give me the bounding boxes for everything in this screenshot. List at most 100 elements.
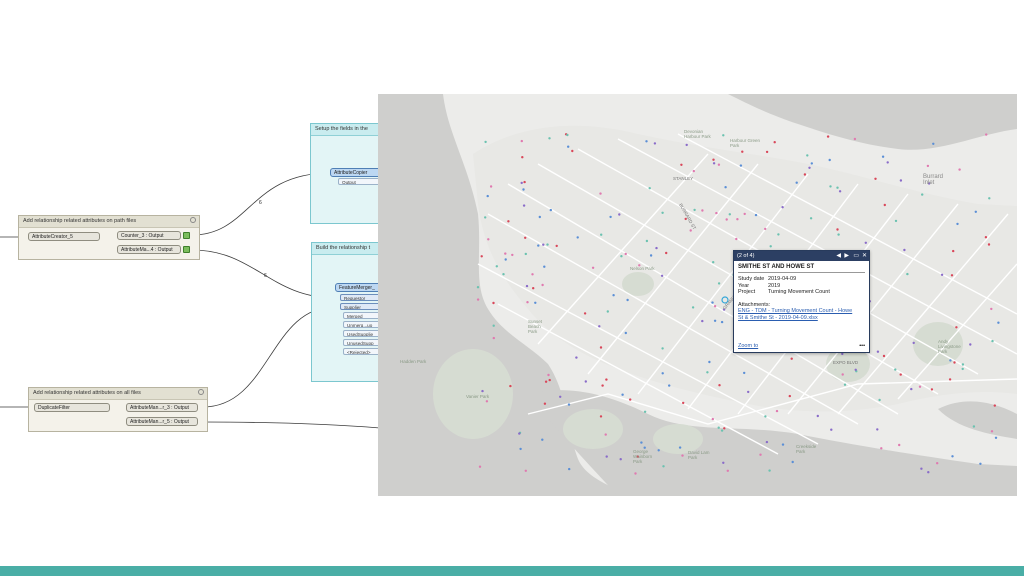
count-point[interactable] — [571, 149, 574, 153]
count-point[interactable] — [620, 255, 623, 258]
count-point[interactable] — [743, 212, 746, 216]
attribute-copier-transformer[interactable]: AttributeCopier — [330, 168, 382, 177]
count-point[interactable] — [956, 222, 959, 226]
city-map[interactable]: Burrard Inlet STANLEY EXPO BLVD Harbour … — [378, 94, 1017, 496]
count-point[interactable] — [538, 215, 541, 219]
count-point[interactable] — [481, 389, 484, 393]
attribute-manager-5-connector[interactable]: AttributeMan...r_5 : Output — [126, 417, 198, 426]
count-point[interactable] — [604, 433, 607, 436]
count-point[interactable] — [599, 192, 602, 195]
count-point[interactable] — [990, 430, 994, 433]
count-point[interactable] — [717, 282, 721, 285]
count-point[interactable] — [809, 217, 813, 220]
count-point[interactable] — [711, 417, 714, 421]
count-point[interactable] — [854, 368, 857, 371]
count-point[interactable] — [880, 447, 883, 450]
feature-merger-port-unused-supplier[interactable]: UnusedSupp — [343, 339, 380, 346]
count-point[interactable] — [754, 213, 758, 217]
attribute-manager-4-link-icon[interactable] — [183, 246, 190, 253]
count-point[interactable] — [826, 135, 830, 138]
attribute-copier-output-port[interactable]: Output — [338, 178, 380, 185]
count-point[interactable] — [878, 398, 881, 402]
count-point[interactable] — [993, 404, 996, 407]
count-point[interactable] — [541, 283, 544, 287]
count-point[interactable] — [843, 383, 847, 386]
count-point[interactable] — [507, 220, 510, 223]
count-point[interactable] — [681, 454, 684, 457]
popup-attachment-link[interactable]: ENG - TDM - Turning Movement Count - How… — [738, 308, 865, 315]
count-point[interactable] — [546, 243, 549, 246]
count-point[interactable] — [692, 169, 695, 173]
count-point[interactable] — [485, 400, 489, 403]
count-point[interactable] — [661, 372, 664, 375]
count-point[interactable] — [609, 215, 612, 219]
count-point[interactable] — [788, 394, 791, 398]
count-point[interactable] — [932, 142, 935, 145]
count-point[interactable] — [837, 233, 840, 236]
count-point[interactable] — [717, 163, 721, 166]
attribute-manager-3-connector[interactable]: AttributeMan...r_3 : Output — [126, 403, 198, 412]
count-point[interactable] — [759, 453, 762, 456]
count-point[interactable] — [906, 272, 909, 276]
count-point[interactable] — [711, 301, 714, 304]
feature-merger-port-used-supplier[interactable]: UsedSupplie — [343, 330, 380, 337]
count-point[interactable] — [764, 227, 767, 231]
count-point[interactable] — [806, 154, 809, 157]
count-point[interactable] — [487, 238, 490, 241]
count-point[interactable] — [701, 209, 704, 212]
count-point[interactable] — [492, 301, 495, 305]
count-point[interactable] — [660, 274, 664, 277]
count-point[interactable] — [958, 168, 961, 171]
count-point[interactable] — [713, 305, 717, 308]
feature-merger-port-supplier[interactable]: Supplier — [340, 303, 380, 310]
count-point[interactable] — [567, 145, 570, 148]
count-point[interactable] — [951, 455, 954, 458]
count-point[interactable] — [926, 164, 930, 168]
count-point[interactable] — [948, 378, 952, 381]
count-point[interactable] — [543, 402, 547, 405]
count-point[interactable] — [575, 356, 578, 359]
count-point[interactable] — [662, 465, 665, 468]
popup-close-icon[interactable]: ✕ — [862, 251, 867, 261]
count-point[interactable] — [502, 273, 505, 276]
count-point[interactable] — [747, 390, 750, 394]
count-point[interactable] — [918, 385, 922, 388]
count-point[interactable] — [920, 467, 923, 470]
count-point[interactable] — [629, 398, 632, 401]
count-point[interactable] — [599, 415, 603, 418]
count-point[interactable] — [712, 162, 716, 165]
count-point[interactable] — [743, 371, 746, 375]
count-point[interactable] — [534, 301, 537, 304]
count-point[interactable] — [624, 252, 627, 256]
count-point[interactable] — [645, 140, 648, 143]
count-point[interactable] — [936, 462, 939, 465]
count-point[interactable] — [532, 287, 535, 290]
count-point[interactable] — [987, 243, 991, 246]
count-point[interactable] — [548, 378, 551, 382]
count-point[interactable] — [795, 181, 798, 184]
count-point[interactable] — [706, 371, 709, 374]
count-point[interactable] — [841, 373, 844, 376]
count-point[interactable] — [974, 210, 977, 213]
count-point[interactable] — [836, 228, 839, 231]
count-point[interactable] — [640, 441, 643, 444]
count-point[interactable] — [537, 244, 540, 247]
count-point[interactable] — [720, 320, 724, 324]
count-point[interactable] — [612, 294, 615, 297]
count-point[interactable] — [899, 179, 903, 182]
popup-attachment-link-cont[interactable]: St & Smithe St - 2019-04-09.xlsx — [738, 315, 865, 322]
count-point[interactable] — [724, 186, 727, 189]
count-point[interactable] — [723, 427, 726, 430]
count-point[interactable] — [853, 137, 857, 141]
popup-prev-icon[interactable]: ◀ — [836, 251, 841, 261]
count-point[interactable] — [953, 361, 956, 364]
count-point[interactable] — [808, 166, 811, 169]
count-point[interactable] — [984, 236, 988, 239]
count-point[interactable] — [718, 384, 721, 387]
count-point[interactable] — [504, 252, 507, 255]
feature-merger-port-rejected[interactable]: <Rejected> — [343, 348, 380, 355]
count-point[interactable] — [480, 255, 483, 258]
count-point[interactable] — [898, 443, 901, 447]
count-point[interactable] — [619, 458, 622, 461]
count-point[interactable] — [568, 467, 571, 471]
